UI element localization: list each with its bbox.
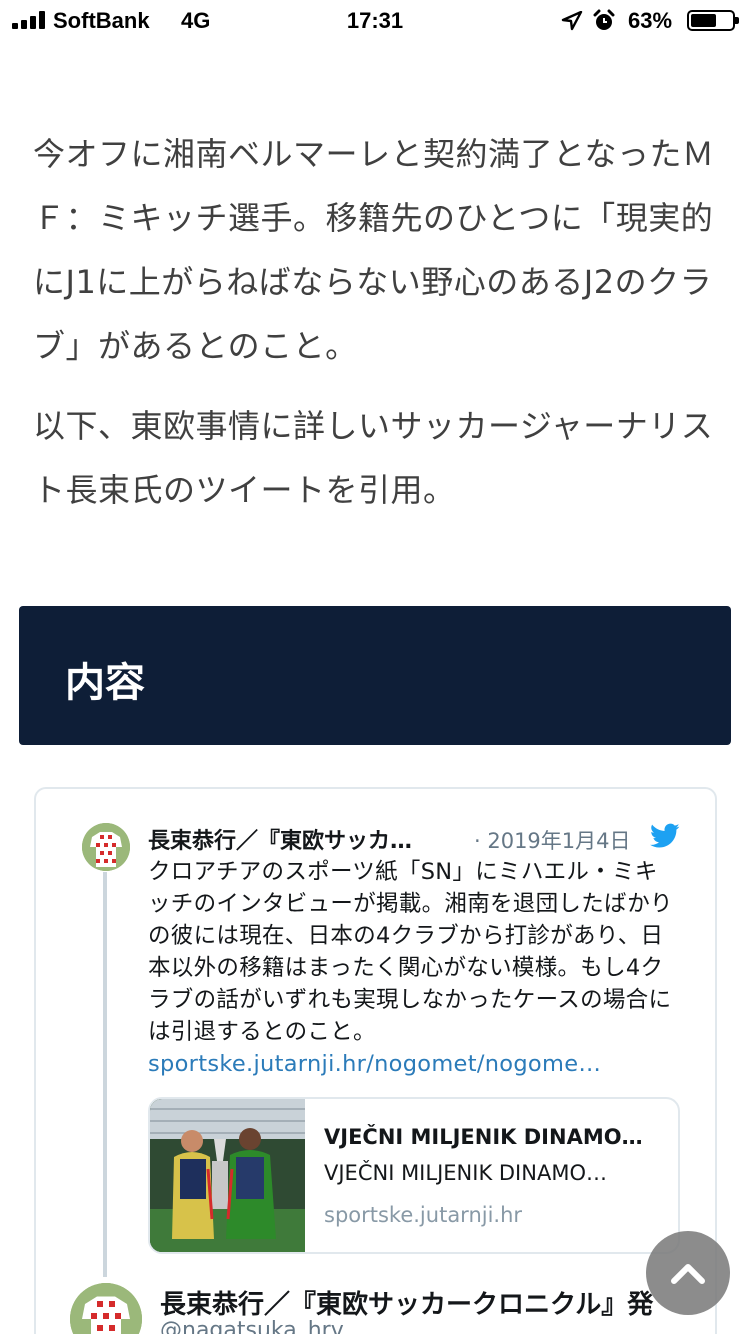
link-preview-domain: sportske.jutarnji.hr: [324, 1203, 523, 1227]
scroll-to-top-button[interactable]: [646, 1231, 730, 1315]
tweet-author-handle[interactable]: @nagatsuka_hrv: [160, 1318, 344, 1334]
status-bar: SoftBank 4G 17:31 63%: [0, 0, 750, 40]
avatar[interactable]: [82, 823, 130, 871]
tweet-author-name[interactable]: 長束恭行／『東欧サッカ…: [148, 823, 412, 855]
link-preview-title: VJEČNI MILJENIK DINAMO…: [324, 1125, 643, 1149]
section-heading-text: 内容: [65, 660, 145, 706]
link-preview-image: [150, 1099, 305, 1252]
tweet-link[interactable]: sportske.jutarnji.hr/nogomet/nogome…: [148, 1051, 601, 1077]
tweet-body: クロアチアのスポーツ紙「SN」にミハエル・ミキッチのインタビューが掲載。湘南を退…: [148, 859, 673, 1045]
twitter-bird-icon[interactable]: [650, 823, 680, 849]
battery-icon: [687, 10, 739, 31]
battery-percent: 63%: [628, 8, 673, 33]
chevron-up-icon: [671, 1264, 705, 1284]
tweet-text: クロアチアのスポーツ紙「SN」にミハエル・ミキッチのインタビューが掲載。湘南を退…: [148, 856, 678, 1080]
article-paragraph: 以下、東欧事情に詳しいサッカージャーナリスト長束氏のツイートを引用。: [33, 407, 714, 509]
link-preview-description: VJEČNI MILJENIK DINAMO…: [324, 1161, 607, 1185]
alarm-clock-icon: [593, 9, 615, 30]
tweet-date[interactable]: · 2019年1月4日: [474, 825, 631, 855]
section-heading: 内容: [19, 606, 731, 745]
tweet-author-name[interactable]: 長束恭行／『東欧サッカークロニクル』発: [160, 1284, 682, 1321]
link-preview-card[interactable]: VJEČNI MILJENIK DINAMO… VJEČNI MILJENIK …: [148, 1097, 680, 1254]
thread-connector: [103, 872, 107, 1277]
location-arrow-icon: [561, 11, 583, 31]
jersey-avatar-icon: [82, 823, 130, 871]
article-paragraph: 今オフに湘南ベルマーレと契約満了となったＭＦ：ミキッチ選手。移籍先のひとつに「現…: [33, 135, 715, 365]
